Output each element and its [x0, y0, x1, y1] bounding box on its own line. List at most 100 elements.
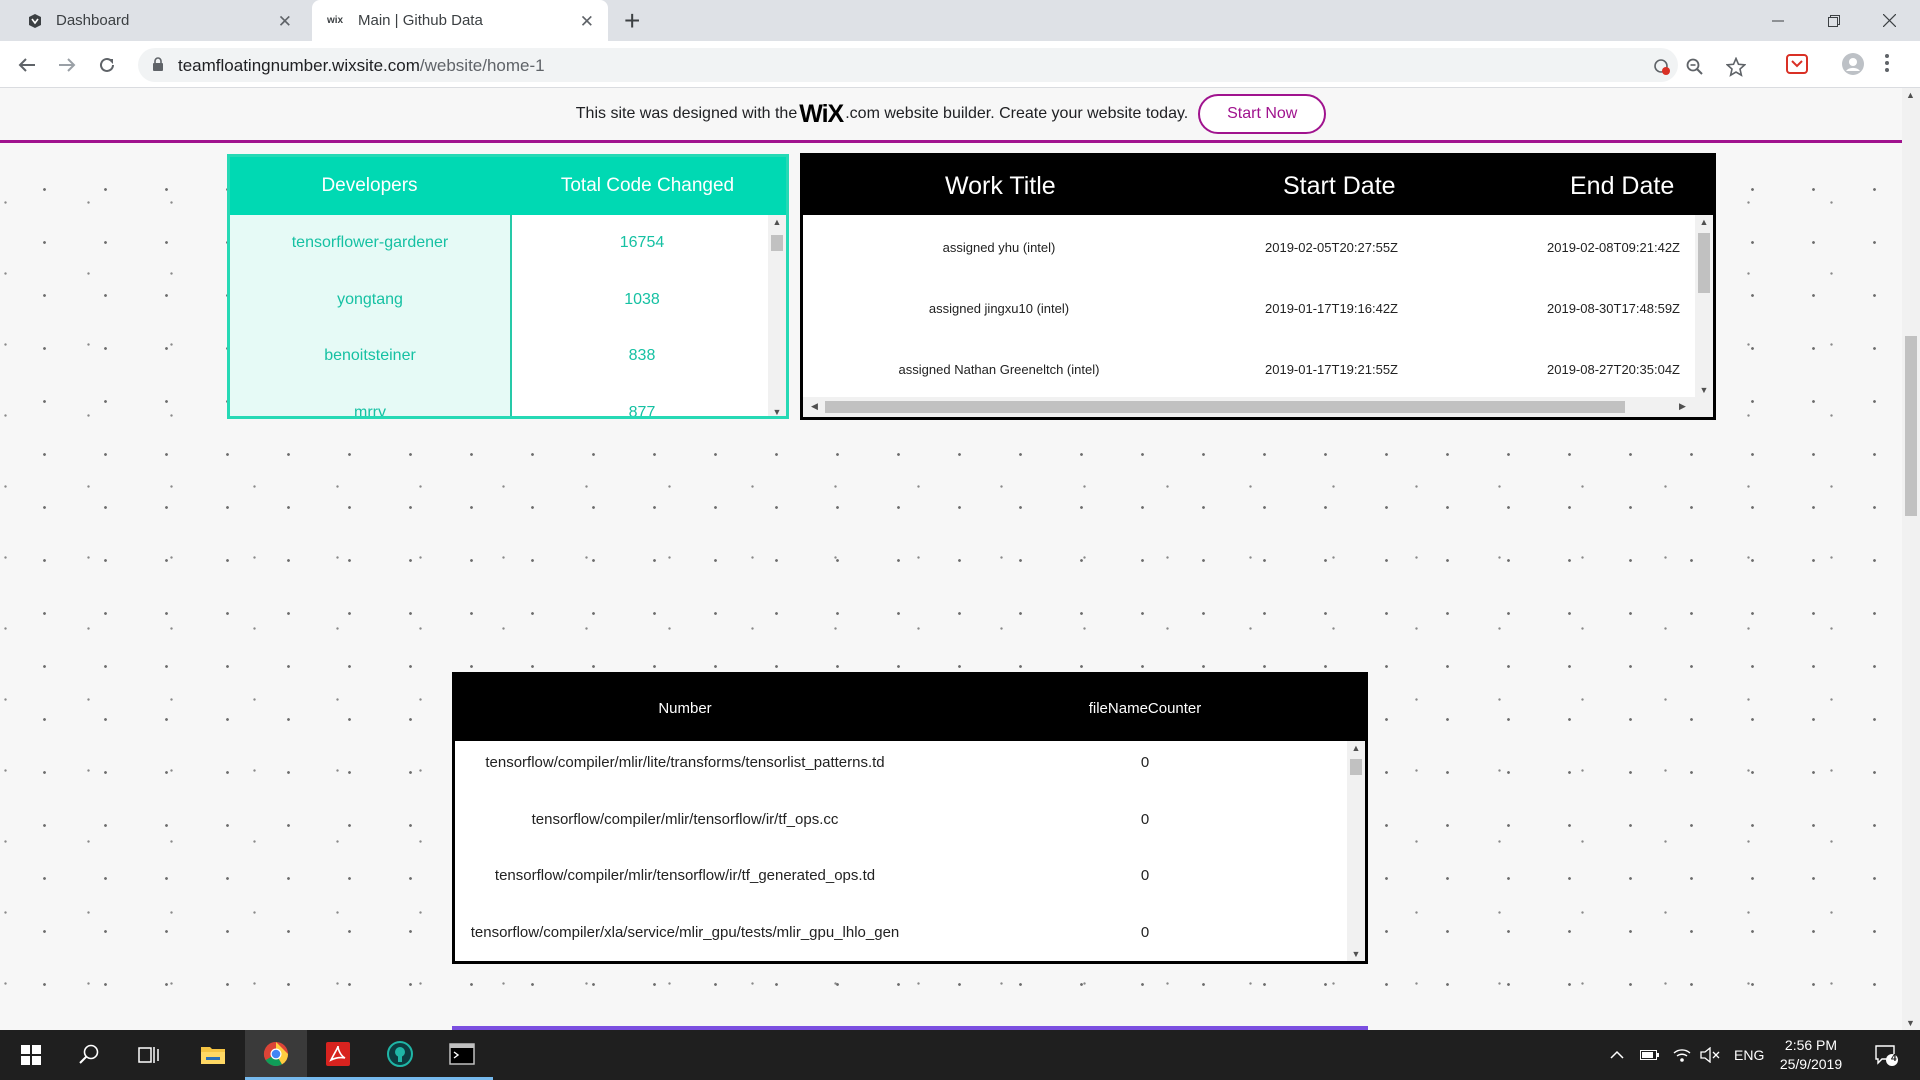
table-cell[interactable]: mrry	[230, 385, 510, 416]
column-header-filenamecounter[interactable]: fileNameCounter	[1035, 700, 1255, 717]
chrome-taskbar-button[interactable]	[245, 1030, 307, 1080]
scroll-down-arrow-icon[interactable]: ▼	[768, 405, 786, 416]
scroll-up-arrow-icon[interactable]: ▲	[768, 215, 786, 229]
wifi-icon[interactable]	[1672, 1030, 1692, 1080]
table-header: Number fileNameCounter	[455, 675, 1365, 741]
dashboard-favicon-icon	[26, 12, 44, 30]
app-taskbar-button[interactable]	[369, 1030, 431, 1080]
table-cell: tensorflow/compiler/xla/service/mlir_gpu…	[470, 923, 900, 941]
profile-avatar-icon[interactable]	[1842, 53, 1864, 75]
wix-banner-text-after: .com website builder. Create your websit…	[845, 105, 1189, 122]
table-body[interactable]: tensorflower-gardener yongtang benoitste…	[230, 215, 786, 416]
back-button[interactable]	[14, 52, 40, 78]
zoom-icon[interactable]	[1685, 57, 1705, 77]
task-view-button[interactable]	[118, 1030, 180, 1080]
scroll-left-arrow-icon[interactable]: ◀	[811, 401, 818, 412]
pocket-extension-icon[interactable]	[1786, 53, 1808, 75]
restore-window-button[interactable]	[1811, 0, 1857, 41]
table-cell[interactable]: yongtang	[230, 272, 510, 329]
folder-icon	[201, 1047, 225, 1064]
table-cell: tensorflow/compiler/mlir/lite/transforms…	[485, 754, 885, 771]
scroll-down-arrow-icon[interactable]: ▼	[1906, 1018, 1915, 1028]
table-row[interactable]: tensorflow/compiler/mlir/lite/transforms…	[455, 741, 1365, 798]
column-header-start-date[interactable]: Start Date	[1283, 172, 1396, 201]
table-header: Developers Total Code Changed	[230, 157, 786, 215]
clock-date: 25/9/2019	[1779, 1056, 1843, 1072]
table-cell: 0	[1140, 810, 1150, 828]
table-row[interactable]: tensorflow/compiler/mlir/tensorflow/ir/t…	[455, 798, 1365, 855]
scrollbar-thumb[interactable]	[771, 235, 783, 251]
address-bar[interactable]: teamfloatingnumber.wixsite.com/website/h…	[138, 48, 1746, 82]
url-text: teamfloatingnumber.wixsite.com/website/h…	[178, 56, 545, 76]
search-button[interactable]	[58, 1030, 120, 1080]
table-row[interactable]: tensorflow/compiler/mlir/tensorflow/ir/t…	[455, 854, 1365, 911]
table-cell: 0	[1140, 754, 1150, 771]
tab-main-github-data[interactable]: wix Main | Github Data ✕	[312, 0, 608, 41]
vertical-scrollbar[interactable]: ▲ ▼	[768, 215, 786, 416]
table-body[interactable]: assigned yhu (intel) 2019-02-05T20:27:55…	[803, 215, 1713, 397]
reload-button[interactable]	[94, 52, 120, 78]
scroll-down-arrow-icon[interactable]: ▼	[1695, 383, 1713, 397]
scroll-up-arrow-icon[interactable]: ▲	[1695, 215, 1713, 229]
column-header-number[interactable]: Number	[455, 700, 915, 717]
start-now-button[interactable]: Start Now	[1198, 94, 1327, 134]
scrollbar-thumb[interactable]	[1698, 233, 1710, 293]
total-code-column: 16754 1038 838 877	[512, 215, 772, 416]
start-button[interactable]	[0, 1030, 62, 1080]
scrollbar-thumb[interactable]	[825, 401, 1625, 413]
bookmark-star-icon[interactable]	[1726, 57, 1746, 77]
notification-count: 4	[1891, 1053, 1897, 1064]
file-explorer-taskbar-button[interactable]	[182, 1030, 244, 1080]
scrollbar-thumb[interactable]	[1350, 759, 1362, 775]
scrollbar-thumb[interactable]	[1905, 336, 1917, 516]
table-cell: 2019-08-30T17:48:59Z	[1547, 301, 1680, 316]
url-path: /website/home-1	[419, 56, 545, 75]
tab-dashboard[interactable]: Dashboard ✕	[0, 0, 306, 41]
acrobat-taskbar-button[interactable]	[307, 1030, 369, 1080]
scroll-up-arrow-icon[interactable]: ▲	[1347, 741, 1365, 755]
restore-icon	[1828, 14, 1840, 27]
language-indicator[interactable]: ENG	[1734, 1030, 1764, 1080]
windows-logo-icon	[21, 1045, 41, 1065]
extension-block-icon[interactable]	[1652, 57, 1672, 77]
arrow-left-icon	[18, 58, 35, 72]
column-header-end-date[interactable]: End Date	[1570, 172, 1674, 201]
chrome-menu-icon[interactable]	[1884, 53, 1894, 75]
column-header-total-code-changed[interactable]: Total Code Changed	[509, 157, 786, 215]
show-hidden-icons-button[interactable]	[1610, 1030, 1624, 1080]
table-cell[interactable]: benoitsteiner	[230, 328, 510, 385]
close-window-button[interactable]	[1866, 0, 1912, 41]
column-header-work-title[interactable]: Work Title	[945, 172, 1056, 201]
table-cell[interactable]: 16754	[512, 215, 772, 272]
system-clock[interactable]: 2:56 PM 25/9/2019	[1766, 1036, 1856, 1074]
table-header: Work Title Start Date End Date	[803, 156, 1713, 215]
table-cell[interactable]: tensorflower-gardener	[230, 215, 510, 272]
table-row[interactable]: assigned Nathan Greeneltch (intel) 2019-…	[803, 337, 1713, 397]
battery-icon[interactable]	[1640, 1030, 1660, 1080]
scroll-right-arrow-icon[interactable]: ▶	[1679, 401, 1686, 412]
table-cell[interactable]: 877	[512, 385, 772, 416]
horizontal-scrollbar[interactable]: ◀ ▶	[803, 397, 1713, 417]
column-header-developers[interactable]: Developers	[230, 157, 509, 215]
terminal-taskbar-button[interactable]	[431, 1030, 493, 1080]
vertical-scrollbar[interactable]: ▲ ▼	[1347, 741, 1365, 961]
minimize-window-button[interactable]	[1755, 0, 1801, 41]
close-tab-icon[interactable]: ✕	[278, 12, 292, 32]
volume-muted-icon[interactable]	[1700, 1030, 1720, 1080]
work-table: Work Title Start Date End Date assigned …	[800, 153, 1716, 420]
vertical-scrollbar[interactable]: ▲ ▼	[1695, 215, 1713, 397]
close-tab-icon[interactable]: ✕	[580, 12, 594, 32]
page-scrollbar[interactable]: ▲ ▼	[1902, 88, 1920, 1030]
table-row[interactable]: tensorflow/compiler/xla/service/mlir_gpu…	[455, 911, 1365, 962]
new-tab-button[interactable]: +	[624, 5, 640, 37]
forward-button[interactable]	[54, 52, 80, 78]
action-center-button[interactable]: 4	[1866, 1030, 1906, 1080]
table-body[interactable]: tensorflow/compiler/mlir/lite/transforms…	[455, 741, 1365, 961]
lock-icon	[153, 57, 163, 71]
scroll-down-arrow-icon[interactable]: ▼	[1347, 947, 1365, 961]
table-cell[interactable]: 1038	[512, 272, 772, 329]
scroll-up-arrow-icon[interactable]: ▲	[1906, 90, 1915, 100]
table-row[interactable]: assigned jingxu10 (intel) 2019-01-17T19:…	[803, 276, 1713, 337]
table-cell[interactable]: 838	[512, 328, 772, 385]
table-row[interactable]: assigned yhu (intel) 2019-02-05T20:27:55…	[803, 215, 1713, 276]
